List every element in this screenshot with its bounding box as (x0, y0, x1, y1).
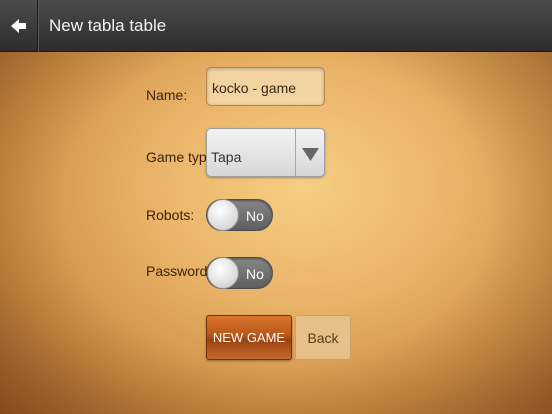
game-type-select[interactable]: Tapa (206, 128, 325, 177)
password-toggle-state: No (246, 266, 264, 282)
robots-toggle-knob (207, 199, 239, 231)
robots-toggle-state: No (246, 208, 264, 224)
select-divider (295, 129, 296, 176)
robots-label: Robots: (146, 207, 195, 223)
top-app-bar: New tabla table (0, 0, 552, 52)
password-label: Password: (146, 263, 212, 279)
new-game-button[interactable]: NEW GAME (206, 315, 292, 360)
name-label: Name: (146, 87, 188, 103)
robots-toggle[interactable]: No (206, 199, 273, 231)
name-input[interactable]: kocko - game (206, 67, 325, 106)
game-type-value: Tapa (211, 149, 242, 165)
back-button[interactable]: Back (295, 315, 351, 360)
password-toggle-knob (207, 257, 239, 289)
page-title: New tabla table (49, 15, 167, 35)
password-toggle[interactable]: No (206, 257, 273, 289)
triangle-down-icon (302, 148, 319, 161)
arrow-left-icon (10, 18, 26, 33)
back-arrow-button[interactable] (0, 0, 38, 52)
